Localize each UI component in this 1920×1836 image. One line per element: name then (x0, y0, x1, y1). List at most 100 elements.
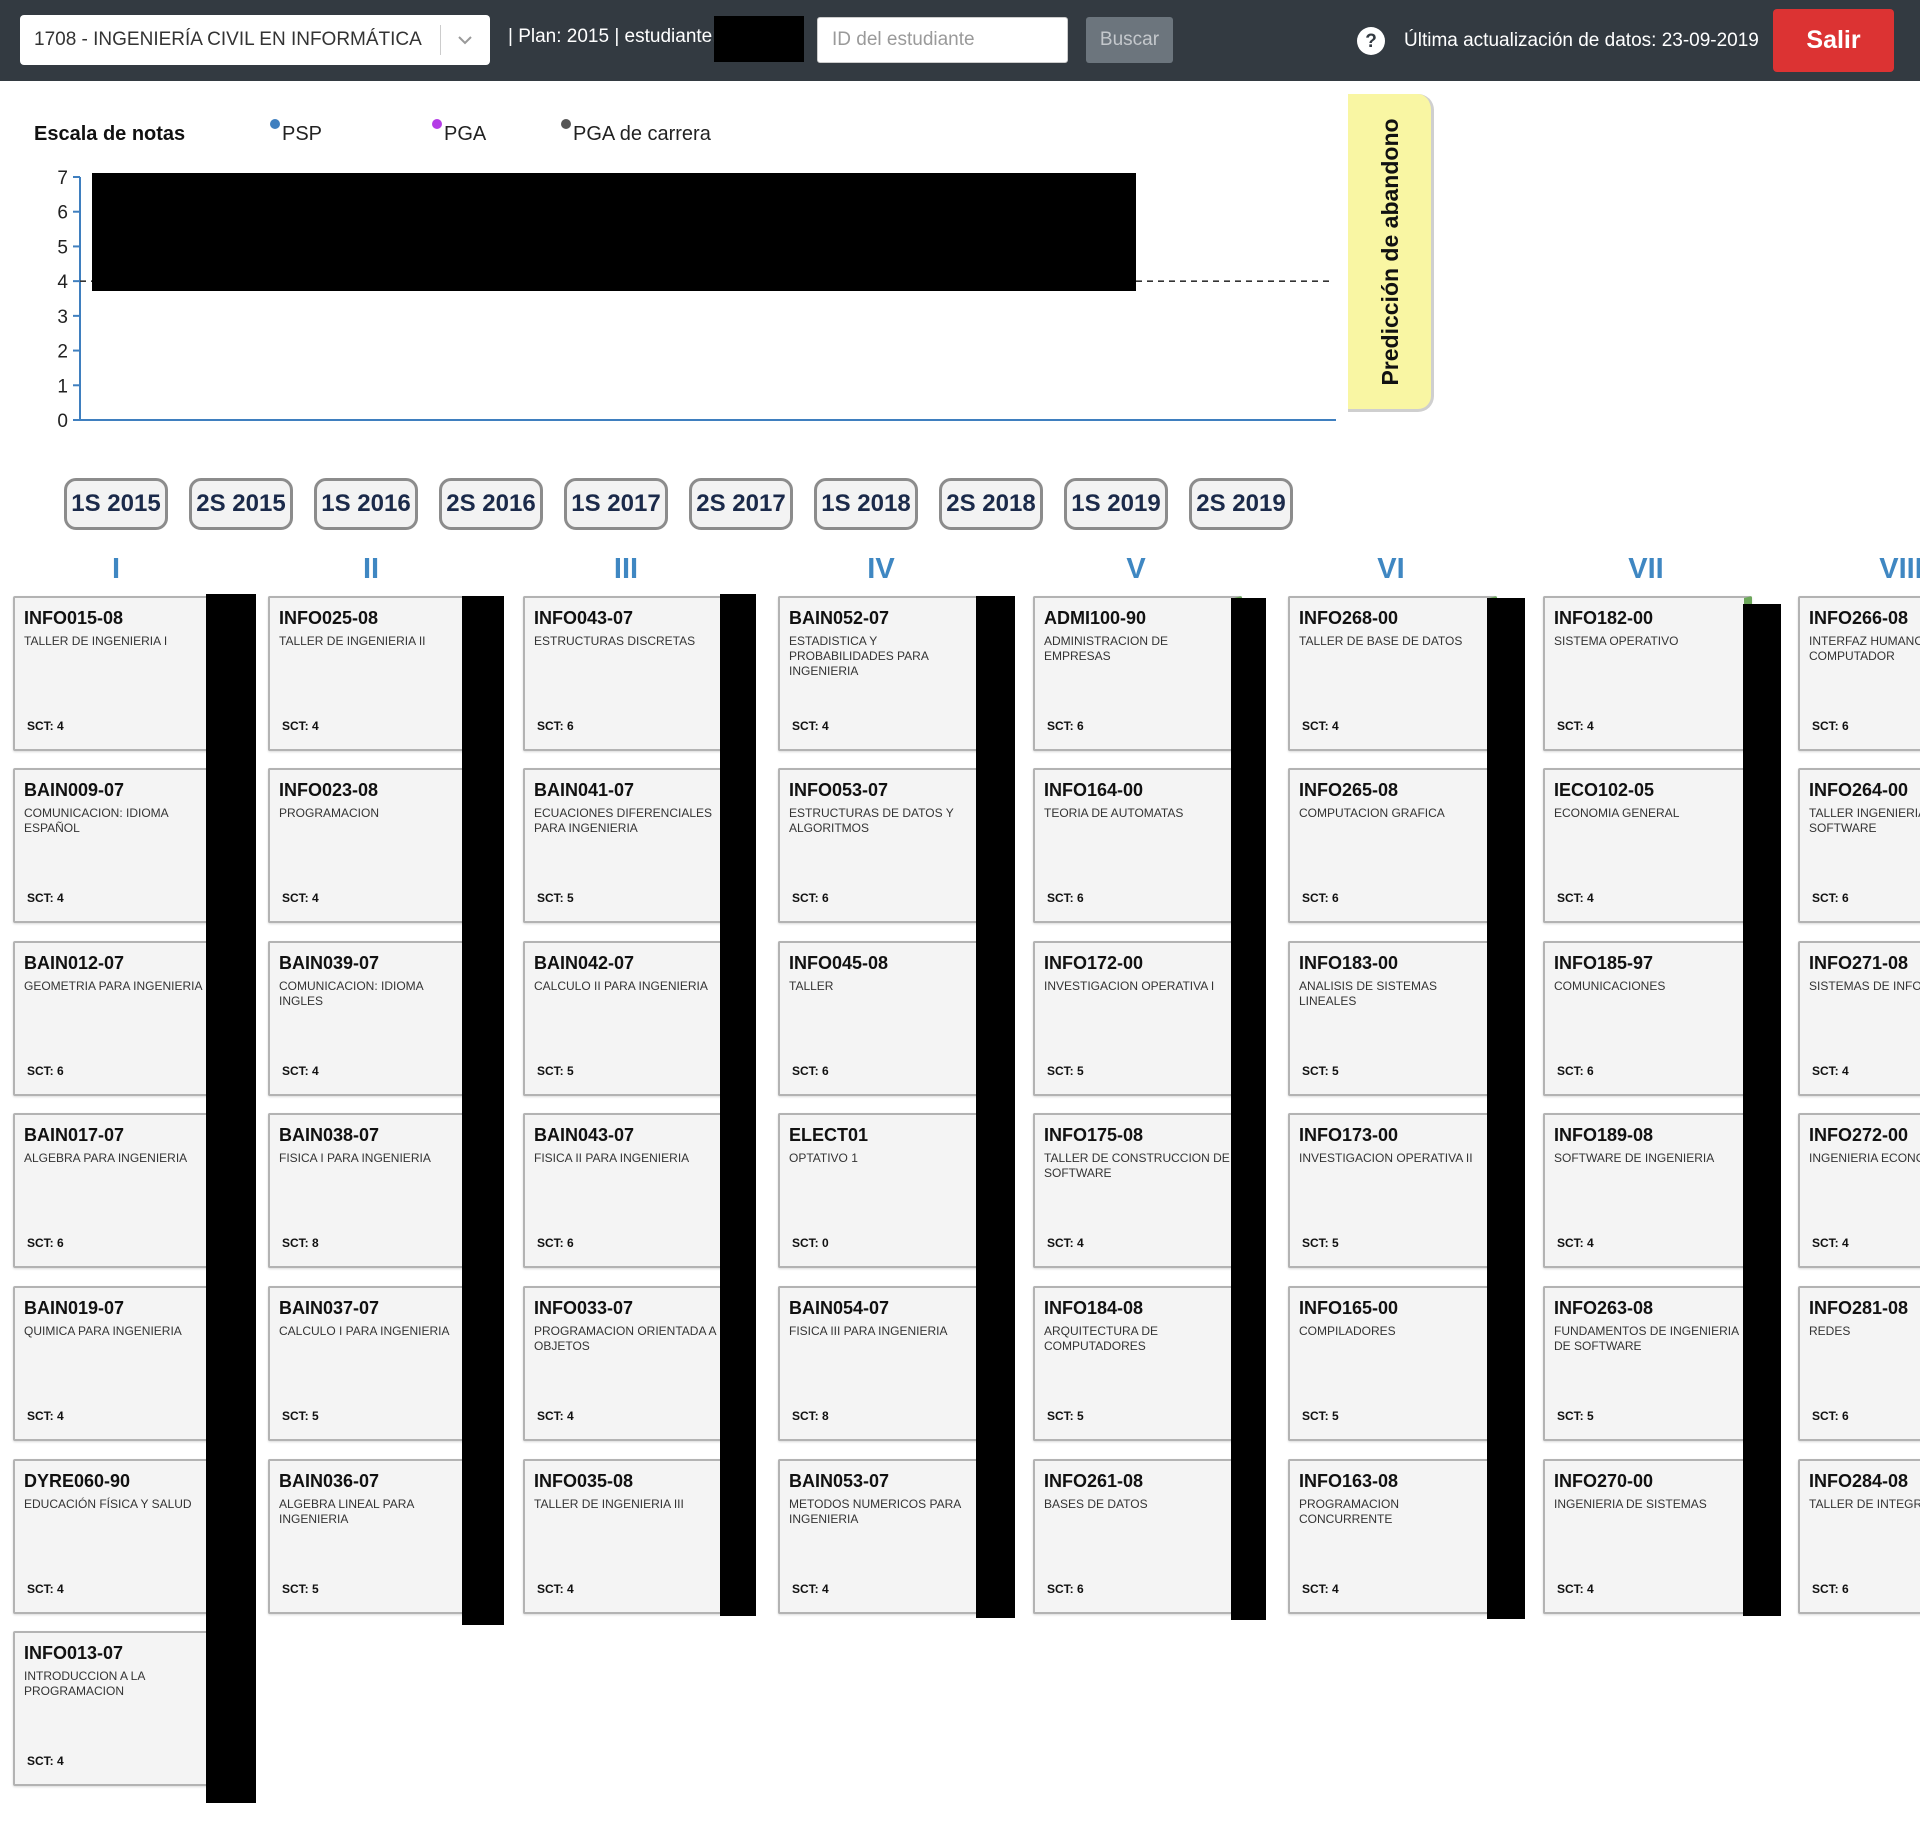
course-card[interactable]: BAIN039-07 COMUNICACION: IDIOMA INGLES SCT… (268, 941, 477, 1096)
course-card[interactable]: INFO184-08 ARQUITECTURA DE COMPUTADORES SC… (1033, 1286, 1242, 1441)
course-card[interactable]: INFO266-08 INTERFAZ HUMANO COMPUTADOR SCT:… (1798, 596, 1920, 751)
logout-button[interactable]: Salir (1773, 9, 1894, 72)
course-card[interactable]: INFO272-00 INGENIERIA ECONOMICA SCT: 4 (1798, 1113, 1920, 1268)
course-card[interactable]: INFO264-00 TALLER INGENIERIA DE SOFTWARE S… (1798, 768, 1920, 923)
help-icon[interactable]: ? (1356, 26, 1386, 56)
course-code: INFO043-07 (534, 608, 634, 628)
course-card[interactable]: INFO263-08 FUNDAMENTOS DE INGENIERIA DE S… (1543, 1286, 1752, 1441)
course-card[interactable]: INFO175-08 TALLER DE CONSTRUCCION DE SOFT… (1033, 1113, 1242, 1268)
semester-button[interactable]: 1S 2019 (1064, 478, 1168, 530)
legend-item-psp: PSP (270, 119, 323, 146)
course-card[interactable]: BAIN019-07 QUIMICA PARA INGENIERIA SCT: 4 (13, 1286, 222, 1441)
redacted-student-name (714, 16, 804, 62)
course-card[interactable]: INFO164-00 TEORIA DE AUTOMATAS SCT: 6 (1033, 768, 1242, 923)
course-card[interactable]: INFO025-08 TALLER DE INGENIERIA II SCT: 4 (268, 596, 477, 751)
course-card[interactable]: INFO023-08 PROGRAMACION SCT: 4 (268, 768, 477, 923)
course-card[interactable]: INFO165-00 COMPILADORES SCT: 5 (1288, 1286, 1497, 1441)
semester-button[interactable]: 2S 2015 (189, 478, 293, 530)
course-code: INFO284-08 (1809, 1471, 1909, 1491)
redacted-chart-area (92, 173, 1136, 291)
semester-button[interactable]: 1S 2018 (814, 478, 918, 530)
course-card[interactable]: INFO053-07 ESTRUCTURAS DE DATOS Y ALGORIT… (778, 768, 987, 923)
course-card[interactable]: BAIN052-07 ESTADISTICA Y PROBABILIDADES P… (778, 596, 987, 751)
semester-button[interactable]: 2S 2019 (1189, 478, 1293, 530)
course-card[interactable]: BAIN012-07 GEOMETRIA PARA INGENIERIA SCT: … (13, 941, 222, 1096)
level-header: VI (1377, 553, 1405, 585)
course-code: INFO264-00 (1809, 780, 1909, 800)
svg-text:?: ? (1365, 31, 1377, 52)
course-card[interactable]: BAIN054-07 FISICA III PARA INGENIERIA SCT:… (778, 1286, 987, 1441)
course-card[interactable]: INFO183-00 ANALISIS DE SISTEMAS LINEALES S… (1288, 941, 1497, 1096)
legend-label-pga: PGA (444, 123, 487, 145)
course-card[interactable]: INFO271-08 SISTEMAS DE INFORMACION SCT: 4 (1798, 941, 1920, 1096)
course-card[interactable]: INFO015-08 TALLER DE INGENIERIA I SCT: 4 (13, 596, 222, 751)
course-name: ADMINISTRACION DE EMPRESAS (1044, 634, 1169, 663)
course-code: BAIN054-07 (789, 1298, 890, 1318)
course-card[interactable]: IECO102-05 ECONOMIA GENERAL SCT: 4 (1543, 768, 1752, 923)
course-credits: SCT: 4 (537, 1409, 574, 1423)
course-card[interactable]: BAIN009-07 COMUNICACION: IDIOMA ESPAÑOL SC… (13, 768, 222, 923)
course-card[interactable]: INFO163-08 PROGRAMACION CONCURRENTE SCT: 4 (1288, 1459, 1497, 1614)
program-select[interactable]: 1708 - INGENIERÍA CIVIL EN INFORMÁTICA (20, 15, 490, 65)
course-name: INVESTIGACION OPERATIVA II (1299, 1151, 1473, 1165)
course-credits: SCT: 8 (282, 1236, 319, 1250)
legend-dot-pga-icon (432, 119, 442, 129)
level-header: VIII (1879, 553, 1920, 585)
course-card[interactable]: BAIN043-07 FISICA II PARA INGENIERIA SCT: … (523, 1113, 732, 1268)
course-card[interactable]: INFO281-08 REDES SCT: 6 (1798, 1286, 1920, 1441)
course-code: INFO172-00 (1044, 953, 1144, 973)
course-code: BAIN037-07 (279, 1298, 380, 1318)
student-id-input[interactable] (817, 17, 1068, 63)
redacted-grades-bar (720, 594, 756, 1616)
course-code: INFO033-07 (534, 1298, 634, 1318)
course-credits: SCT: 4 (1302, 719, 1339, 733)
semester-button[interactable]: 1S 2015 (64, 478, 168, 530)
semester-button[interactable]: 2S 2016 (439, 478, 543, 530)
course-card[interactable]: INFO045-08 TALLER SCT: 6 (778, 941, 987, 1096)
course-code: INFO184-08 (1044, 1298, 1144, 1318)
course-name: SISTEMA OPERATIVO (1554, 634, 1679, 648)
semester-button[interactable]: 1S 2017 (564, 478, 668, 530)
course-card[interactable]: BAIN053-07 METODOS NUMERICOS PARA INGENIE… (778, 1459, 987, 1614)
course-card[interactable]: ELECT01 OPTATIVO 1 SCT: 0 (778, 1113, 987, 1268)
course-credits: SCT: 6 (537, 719, 574, 733)
course-card[interactable]: INFO268-00 TALLER DE BASE DE DATOS SCT: 4 (1288, 596, 1497, 751)
search-button[interactable]: Buscar (1086, 17, 1173, 63)
course-card[interactable]: INFO035-08 TALLER DE INGENIERIA III SCT: 4 (523, 1459, 732, 1614)
course-card[interactable]: BAIN037-07 CALCULO I PARA INGENIERIA SCT: … (268, 1286, 477, 1441)
legend-label-psp: PSP (282, 123, 323, 145)
course-credits: SCT: 6 (537, 1236, 574, 1250)
y-tick-label: 1 (57, 376, 68, 397)
course-card[interactable]: ADMI100-90 ADMINISTRACION DE EMPRESAS SCT:… (1033, 596, 1242, 751)
course-card[interactable]: BAIN036-07 ALGEBRA LINEAL PARA INGENIERIA… (268, 1459, 477, 1614)
course-credits: SCT: 6 (1812, 1582, 1849, 1596)
course-card[interactable]: INFO182-00 SISTEMA OPERATIVO SCT: 4 (1543, 596, 1752, 751)
course-name: COMUNICACION: IDIOMA ESPAÑOL (24, 806, 169, 835)
course-card[interactable]: BAIN041-07 ECUACIONES DIFERENCIALES PARA … (523, 768, 732, 923)
semester-button[interactable]: 2S 2017 (689, 478, 793, 530)
redacted-grades-bar (462, 596, 504, 1625)
course-card[interactable]: INFO013-07 INTRODUCCION A LA PROGRAMACION… (13, 1631, 222, 1786)
course-card[interactable]: INFO270-00 INGENIERIA DE SISTEMAS SCT: 4 (1543, 1459, 1752, 1614)
course-card[interactable]: DYRE060-90 EDUCACIÓN FÍSICA Y SALUD SCT: 4 (13, 1459, 222, 1614)
course-card[interactable]: INFO261-08 BASES DE DATOS SCT: 6 (1033, 1459, 1242, 1614)
course-card[interactable]: BAIN017-07 ALGEBRA PARA INGENIERIA SCT: 6 (13, 1113, 222, 1268)
course-card[interactable]: BAIN042-07 CALCULO II PARA INGENIERIA SCT:… (523, 941, 732, 1096)
chevron-down-icon[interactable] (452, 27, 478, 53)
course-code: INFO261-08 (1044, 1471, 1144, 1491)
course-card[interactable]: INFO033-07 PROGRAMACION ORIENTADA A OBJET… (523, 1286, 732, 1441)
dropout-prediction-tab[interactable]: Predicción de abandono (1348, 94, 1434, 412)
course-card[interactable]: INFO265-08 COMPUTACION GRAFICA SCT: 6 (1288, 768, 1497, 923)
course-card[interactable]: BAIN038-07 FISICA I PARA INGENIERIA SCT: 8 (268, 1113, 477, 1268)
course-card[interactable]: INFO189-08 SOFTWARE DE INGENIERIA SCT: 4 (1543, 1113, 1752, 1268)
legend-item-pga-carrera: PGA de carrera (561, 119, 711, 146)
semester-button[interactable]: 1S 2016 (314, 478, 418, 530)
course-card[interactable]: INFO185-97 COMUNICACIONES SCT: 6 (1543, 941, 1752, 1096)
course-card[interactable]: INFO043-07 ESTRUCTURAS DISCRETAS SCT: 6 (523, 596, 732, 751)
course-card[interactable]: INFO284-08 TALLER DE INTEGRACION TIC SCT: … (1798, 1459, 1920, 1614)
semester-button[interactable]: 2S 2018 (939, 478, 1043, 530)
course-card[interactable]: INFO173-00 INVESTIGACION OPERATIVA II SCT:… (1288, 1113, 1497, 1268)
course-card[interactable]: INFO172-00 INVESTIGACION OPERATIVA I SCT: … (1033, 941, 1242, 1096)
y-tick-label: 4 (57, 272, 68, 293)
level-header: IV (867, 553, 895, 585)
